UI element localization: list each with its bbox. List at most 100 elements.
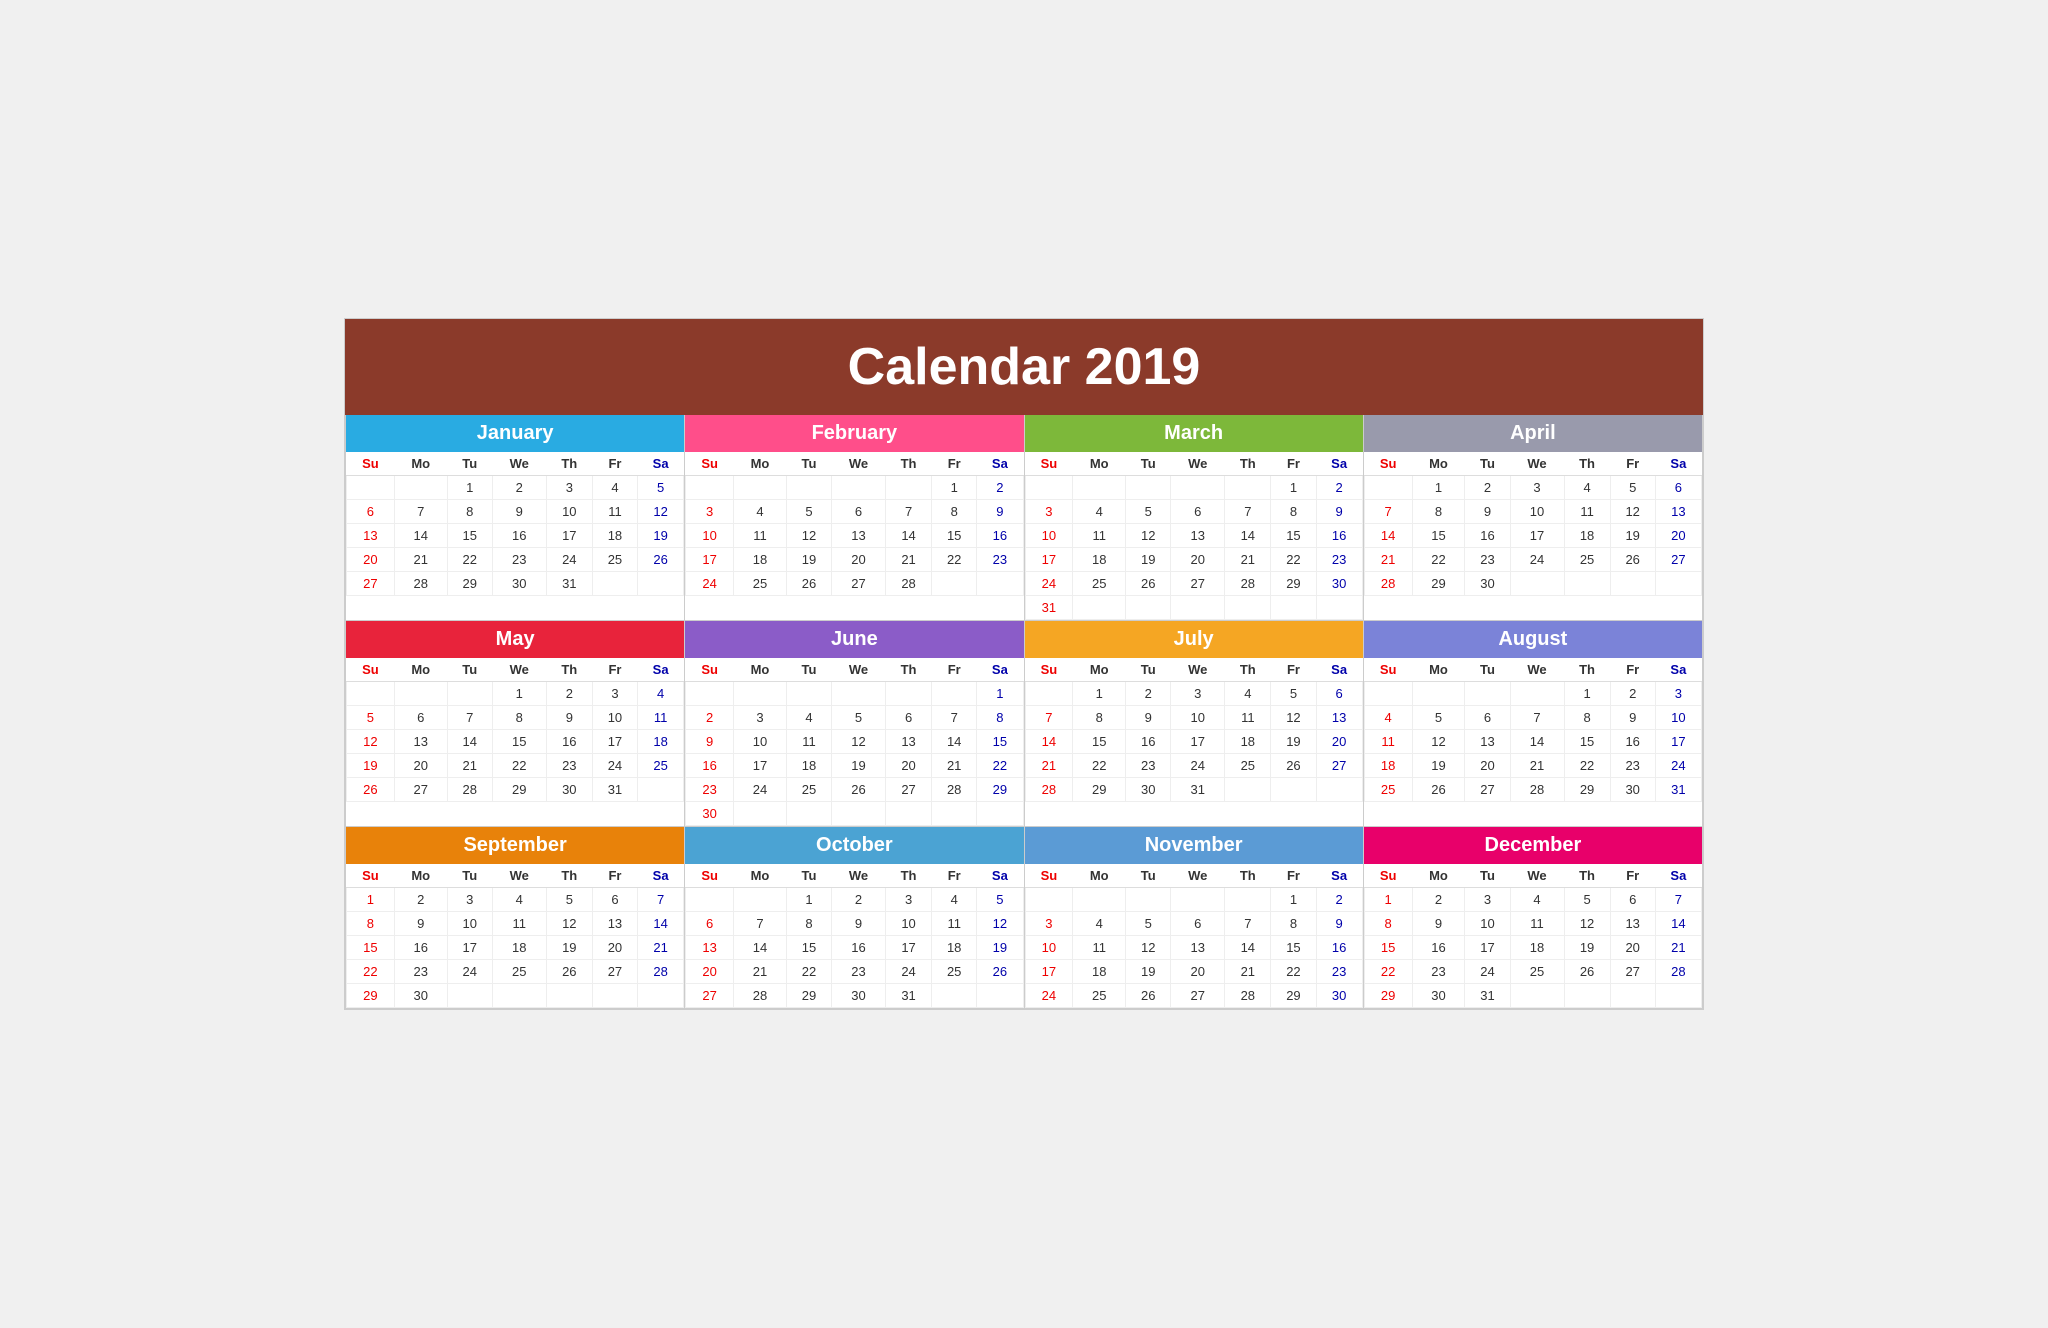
day-cell: 19	[347, 754, 395, 778]
day-cell	[977, 984, 1023, 1008]
day-cell: 20	[1316, 730, 1362, 754]
day-cell: 7	[1510, 706, 1564, 730]
weekday-header: Sa	[977, 452, 1023, 476]
day-cell: 26	[1610, 548, 1655, 572]
day-cell: 7	[932, 706, 977, 730]
day-cell: 2	[1412, 888, 1465, 912]
day-cell: 5	[786, 500, 831, 524]
month-header-december: December	[1364, 827, 1702, 864]
day-cell: 3	[546, 476, 592, 500]
day-cell: 8	[1271, 912, 1316, 936]
day-cell: 25	[1073, 984, 1126, 1008]
weekday-header: We	[832, 452, 886, 476]
day-cell: 5	[546, 888, 592, 912]
weekday-header: Tu	[786, 452, 831, 476]
table-row: 10111213141516	[1025, 524, 1362, 548]
weekday-header: We	[832, 658, 886, 682]
table-row: 2425262728	[686, 572, 1023, 596]
day-cell: 27	[1655, 548, 1701, 572]
day-cell: 3	[1025, 912, 1073, 936]
day-cell	[638, 984, 684, 1008]
weekday-header: Th	[886, 452, 932, 476]
day-cell	[447, 682, 492, 706]
day-cell: 11	[592, 500, 637, 524]
day-cell: 21	[1225, 548, 1271, 572]
table-row: 23242526272829	[686, 778, 1023, 802]
day-cell: 29	[492, 778, 546, 802]
day-cell: 10	[734, 730, 787, 754]
day-cell: 4	[1510, 888, 1564, 912]
day-cell: 23	[832, 960, 886, 984]
day-cell	[1610, 572, 1655, 596]
day-cell: 4	[1225, 682, 1271, 706]
day-cell: 5	[1126, 912, 1171, 936]
day-cell: 10	[592, 706, 637, 730]
day-cell: 22	[1364, 960, 1412, 984]
table-row: 1234	[347, 682, 684, 706]
day-cell: 5	[347, 706, 395, 730]
day-cell: 16	[832, 936, 886, 960]
day-cell: 18	[1073, 548, 1126, 572]
day-cell: 6	[1171, 500, 1225, 524]
month-table-february: SuMoTuWeThFrSa12345678910111213141516171…	[685, 452, 1023, 596]
day-cell: 5	[1564, 888, 1610, 912]
day-cell	[734, 682, 787, 706]
day-cell: 9	[832, 912, 886, 936]
table-row: 15161718192021	[1364, 936, 1701, 960]
weekday-header: Th	[546, 658, 592, 682]
day-cell: 26	[1564, 960, 1610, 984]
table-row: 891011121314	[1364, 912, 1701, 936]
day-cell: 4	[1073, 912, 1126, 936]
day-cell: 13	[886, 730, 932, 754]
day-cell: 4	[734, 500, 787, 524]
day-cell: 30	[1316, 572, 1362, 596]
day-cell	[932, 984, 977, 1008]
day-cell	[1364, 476, 1412, 500]
day-cell: 20	[347, 548, 395, 572]
day-cell: 29	[1271, 572, 1316, 596]
day-cell: 21	[394, 548, 447, 572]
day-cell: 27	[886, 778, 932, 802]
day-cell	[394, 682, 447, 706]
day-cell: 1	[977, 682, 1023, 706]
day-cell: 22	[1271, 960, 1316, 984]
day-cell: 25	[592, 548, 637, 572]
day-cell: 17	[1465, 936, 1510, 960]
day-cell: 6	[1610, 888, 1655, 912]
day-cell: 6	[1171, 912, 1225, 936]
table-row: 78910111213	[1364, 500, 1701, 524]
day-cell: 8	[347, 912, 395, 936]
day-cell: 17	[447, 936, 492, 960]
day-cell: 16	[977, 524, 1023, 548]
day-cell: 23	[1316, 960, 1362, 984]
day-cell: 19	[1126, 960, 1171, 984]
day-cell: 11	[1225, 706, 1271, 730]
table-row: 22232425262728	[1364, 960, 1701, 984]
day-cell	[394, 476, 447, 500]
month-table-september: SuMoTuWeThFrSa12345678910111213141516171…	[346, 864, 684, 1008]
day-cell: 23	[1316, 548, 1362, 572]
day-cell: 12	[1126, 524, 1171, 548]
day-cell: 6	[394, 706, 447, 730]
day-cell	[638, 572, 684, 596]
day-cell: 6	[592, 888, 637, 912]
day-cell	[786, 476, 831, 500]
day-cell: 10	[1655, 706, 1701, 730]
day-cell: 1	[492, 682, 546, 706]
day-cell: 12	[1610, 500, 1655, 524]
month-header-october: October	[685, 827, 1023, 864]
month-table-may: SuMoTuWeThFrSa12345678910111213141516171…	[346, 658, 684, 802]
day-cell: 9	[1412, 912, 1465, 936]
day-cell	[546, 984, 592, 1008]
weekday-header: Mo	[734, 864, 787, 888]
day-cell: 11	[492, 912, 546, 936]
weekday-header: Su	[686, 452, 734, 476]
table-row: 12131415161718	[347, 730, 684, 754]
table-row: 3456789	[1025, 500, 1362, 524]
day-cell	[447, 984, 492, 1008]
day-cell: 16	[1316, 524, 1362, 548]
day-cell	[932, 802, 977, 826]
day-cell: 21	[734, 960, 787, 984]
day-cell: 21	[638, 936, 684, 960]
day-cell: 28	[1225, 984, 1271, 1008]
